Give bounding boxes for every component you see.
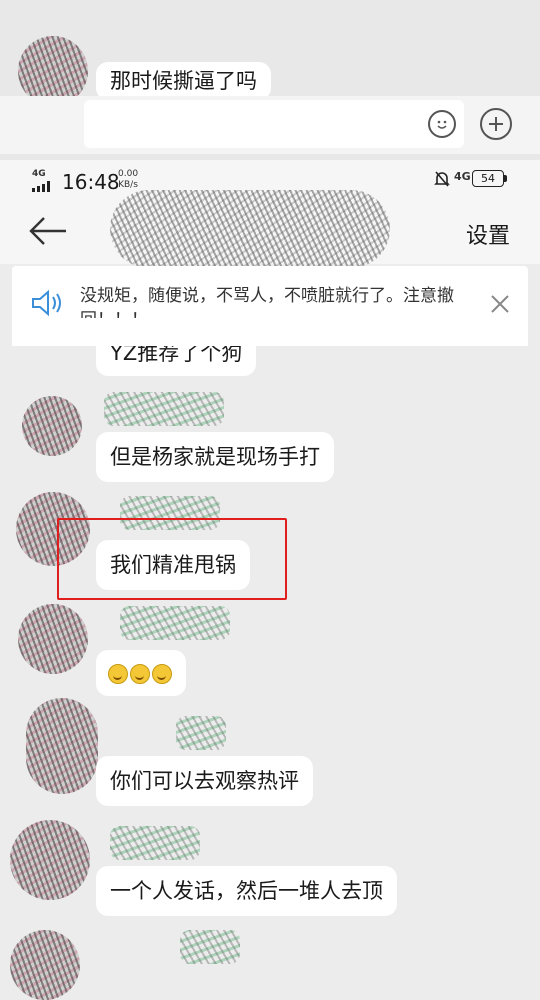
avatar[interactable] [26,698,98,794]
status-time: 16:48 [62,170,120,194]
smile-emoji-icon [108,664,128,684]
redacted-sender-name [180,930,240,964]
redacted-sender-name [176,716,226,750]
network-speed: 0.00 KB/s [118,170,138,190]
message-bubble[interactable]: 一个人发话，然后一堆人去顶 [96,866,397,916]
message-bubble[interactable]: 那时候撕逼了吗 [96,62,271,100]
highlight-box [57,518,287,600]
avatar[interactable] [10,930,80,1000]
avatar[interactable] [18,604,88,674]
message-bubble[interactable] [96,650,186,696]
emoji-icon[interactable] [428,110,456,138]
speed-value: 0.00 [118,169,139,179]
smile-emoji-icon [152,664,172,684]
smile-emoji-icon [130,664,150,684]
battery-icon: 54 [472,170,504,187]
avatar[interactable] [10,820,90,900]
message-bubble[interactable]: 你们可以去观察热评 [96,756,313,806]
battery-tip [504,175,507,182]
message-input[interactable] [84,100,464,148]
avatar[interactable] [22,396,82,456]
network-label: 4G [32,169,46,179]
speed-unit: KB/s [118,180,138,190]
message-bubble[interactable]: 但是杨家就是现场手打 [96,432,334,482]
add-icon[interactable] [480,108,512,140]
message-text: 你们可以去观察热评 [110,769,299,793]
close-icon[interactable] [490,294,510,318]
notice-bottom [12,318,528,346]
back-button[interactable] [28,214,68,252]
settings-button[interactable]: 设置 [466,218,510,250]
message-text: 但是杨家就是现场手打 [110,445,320,469]
signal-icon: 4G [32,170,56,192]
arrow-left-icon [29,217,66,245]
redacted-chat-title [110,190,390,268]
redacted-sender-name [104,392,224,426]
network-right: 4G [454,170,471,183]
speaker-icon [30,288,66,322]
message-text: 一个人发话，然后一堆人去顶 [110,879,383,903]
redacted-sender-name [110,826,200,860]
mute-bell-icon [434,170,450,192]
message-text: 那时候撕逼了吗 [110,69,257,93]
redacted-sender-name [120,606,230,640]
battery-level: 54 [481,172,495,185]
